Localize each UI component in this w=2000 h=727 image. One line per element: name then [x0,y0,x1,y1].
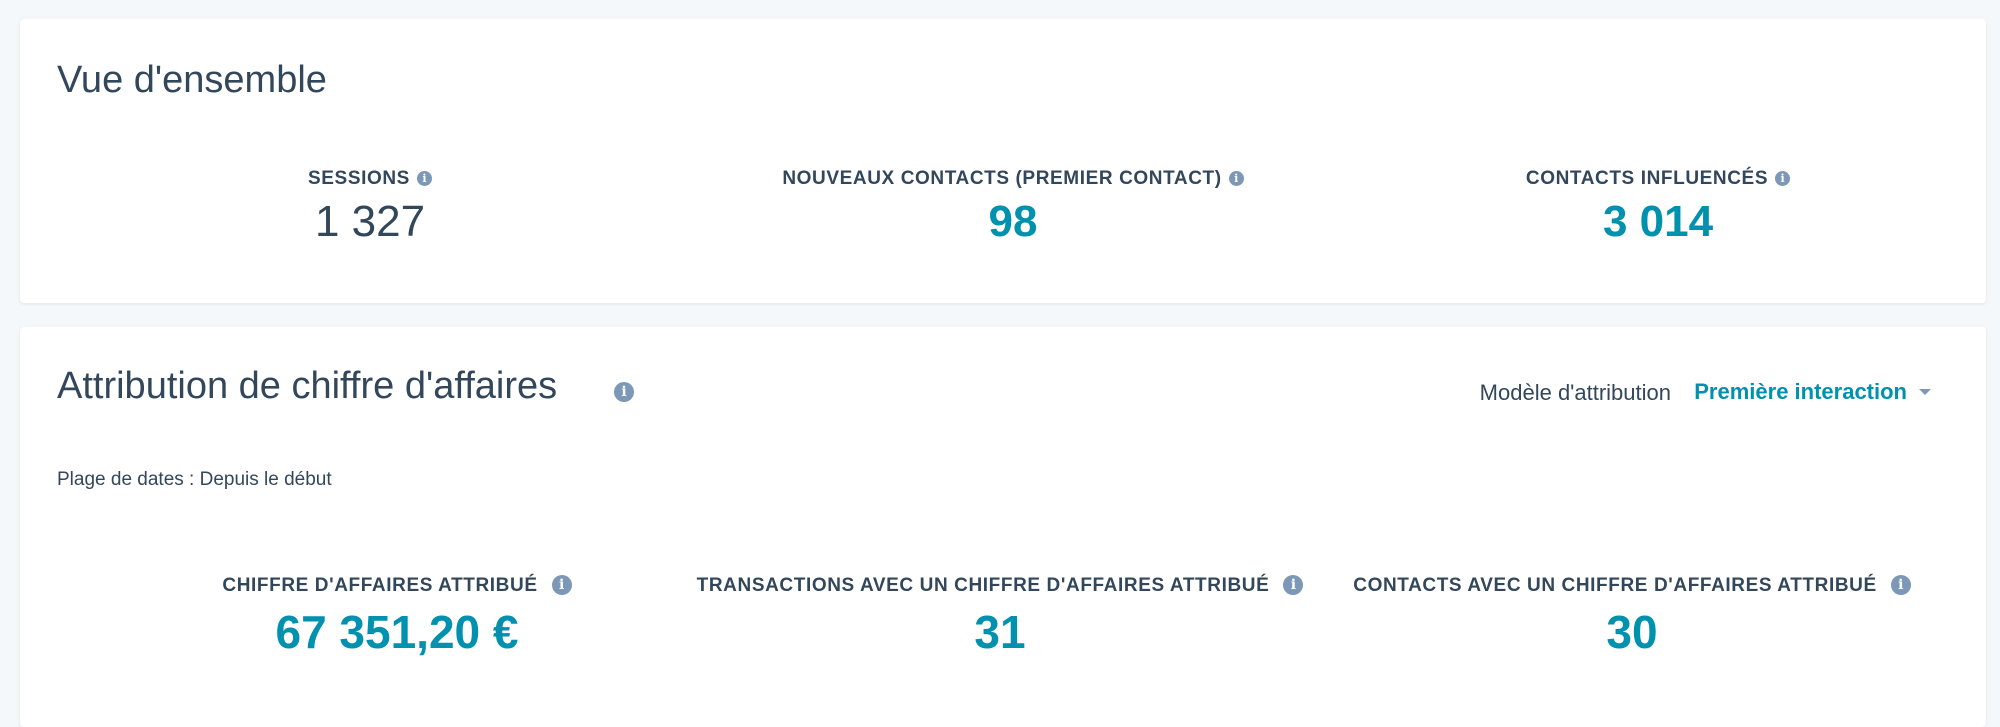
date-range-label: Plage de dates : Depuis le début [57,469,332,490]
kpi-contacts-revenue-label-row: CONTACTS AVEC UN CHIFFRE D'AFFAIRES ATTR… [1353,575,1911,595]
kpi-influenced-label: CONTACTS INFLUENCÉS [1525,168,1769,189]
kpi-influenced-label-row: CONTACTS INFLUENCÉS i [1525,168,1791,189]
kpi-contacts-with-revenue: CONTACTS AVEC UN CHIFFRE D'AFFAIRES ATTR… [1322,575,1942,655]
kpi-sessions-label-row: SESSIONS i [308,169,432,188]
kpi-sessions-value: 1 327 [314,197,426,246]
kpi-influenced-value[interactable]: 3 014 [1603,200,1713,244]
attribution-info-wrapper: i [614,382,634,402]
kpi-new-contacts-label: NOUVEAUX CONTACTS (PREMIER CONTACT) [782,168,1222,189]
kpi-revenue-value[interactable]: 67 351,20 € [275,609,518,655]
kpi-sessions-label: SESSIONS [308,168,410,189]
info-icon[interactable]: i [1890,575,1911,595]
kpi-deals-value[interactable]: 31 [974,609,1025,655]
kpi-contacts-revenue-label: CONTACTS AVEC UN CHIFFRE D'AFFAIRES ATTR… [1353,574,1877,596]
info-icon[interactable]: i [551,575,572,595]
kpi-revenue-label: CHIFFRE D'AFFAIRES ATTRIBUÉ [222,574,538,596]
kpi-new-contacts: NOUVEAUX CONTACTS (PREMIER CONTACT) i 98 [713,169,1313,244]
kpi-deals-with-revenue: TRANSACTIONS AVEC UN CHIFFRE D'AFFAIRES … [697,575,1304,655]
info-icon[interactable]: i [1775,171,1791,186]
info-icon[interactable]: i [1228,171,1244,186]
kpi-new-contacts-value[interactable]: 98 [989,200,1038,244]
kpi-attributed-revenue: CHIFFRE D'AFFAIRES ATTRIBUÉ i 67 351,20 … [97,575,697,655]
kpi-sessions: SESSIONS i 1 327 [170,169,570,244]
info-icon[interactable]: i [614,382,634,402]
info-icon[interactable]: i [416,171,432,186]
revenue-attribution-card: Attribution de chiffre d'affaires i Modè… [20,327,1986,727]
attribution-model-label: Modèle d'attribution [1479,380,1671,405]
kpi-deals-label-row: TRANSACTIONS AVEC UN CHIFFRE D'AFFAIRES … [697,575,1304,595]
kpi-deals-label: TRANSACTIONS AVEC UN CHIFFRE D'AFFAIRES … [696,574,1270,596]
kpi-contacts-revenue-value[interactable]: 30 [1606,609,1657,655]
kpi-new-contacts-label-row: NOUVEAUX CONTACTS (PREMIER CONTACT) i [782,168,1244,189]
attribution-model-dropdown[interactable]: Première interaction [1694,379,1931,405]
caret-down-icon[interactable] [1919,389,1931,395]
kpi-revenue-label-row: CHIFFRE D'AFFAIRES ATTRIBUÉ i [222,574,572,596]
kpi-influenced-contacts: CONTACTS INFLUENCÉS i 3 014 [1358,169,1958,244]
info-icon[interactable]: i [1283,575,1304,595]
attribution-model-value[interactable]: Première interaction [1694,379,1907,405]
overview-title: Vue d'ensemble [57,59,327,101]
overview-card: Vue d'ensemble SESSIONS i 1 327 NOUVEAUX… [20,19,1986,303]
attribution-title: Attribution de chiffre d'affaires [57,365,558,407]
